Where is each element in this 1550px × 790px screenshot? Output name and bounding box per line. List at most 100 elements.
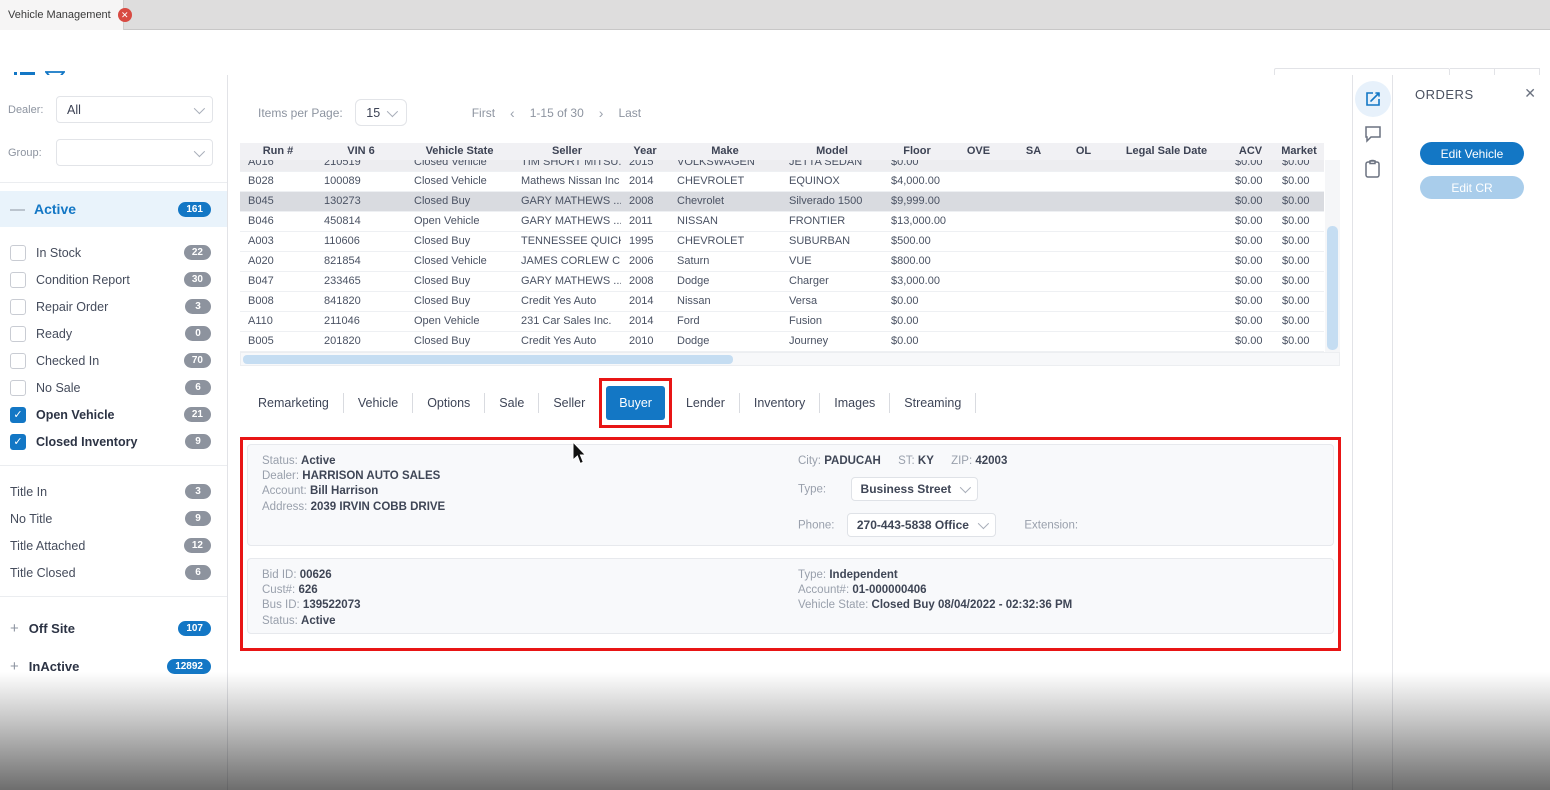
column-header[interactable]: Seller [513,143,621,160]
checkbox[interactable] [10,380,26,396]
table-row[interactable]: B047233465Closed BuyGARY MATHEWS ...2008… [240,272,1324,292]
items-per-page-select[interactable]: 15 [355,99,407,126]
expand-icon[interactable]: + [10,620,19,637]
checkbox[interactable] [10,245,26,261]
title-filter-item[interactable]: Title Attached12 [10,532,211,559]
table-cell: A016 [240,160,316,171]
tab-remarketing[interactable]: Remarketing [244,393,344,413]
filter-label: In Stock [36,246,81,260]
filter-item[interactable]: Ready0 [10,320,211,347]
clipboard-icon[interactable] [1364,159,1381,184]
active-section-header[interactable]: — Active 161 [0,191,227,227]
tab-seller[interactable]: Seller [539,393,600,413]
checkbox[interactable] [10,353,26,369]
table-cell: Credit Yes Auto [513,292,621,311]
vertical-scrollbar[interactable] [1325,160,1340,352]
column-header[interactable]: ACV [1227,143,1274,160]
pagination-last[interactable]: Last [618,106,641,120]
pagination-first[interactable]: First [472,106,495,120]
filter-item[interactable]: No Sale6 [10,374,211,401]
column-header[interactable]: Floor [883,143,951,160]
vertical-scrollbar-thumb[interactable] [1327,226,1338,350]
table-row[interactable]: B008841820Closed BuyCredit Yes Auto2014N… [240,292,1324,312]
pagination-prev-icon[interactable]: ‹ [510,105,515,121]
table-cell: $0.00 [1274,312,1324,331]
buyer-type-row: Type: Independent [798,568,1072,583]
horizontal-scrollbar[interactable] [240,352,1340,366]
table-row[interactable]: A110211046Open Vehicle231 Car Sales Inc.… [240,312,1324,332]
column-header[interactable]: Vehicle State [406,143,513,160]
buyer-id-panel: Bid ID: 00626 Cust#: 626 Bus ID: 1395220… [247,558,1334,634]
tab-images[interactable]: Images [820,393,890,413]
chevron-down-icon [960,482,971,493]
edit-orders-icon[interactable] [1355,81,1391,117]
table-row[interactable]: A020821854Closed VehicleJAMES CORLEW C..… [240,252,1324,272]
column-header[interactable]: Year [621,143,669,160]
checkbox[interactable]: ✓ [10,407,26,423]
group-item[interactable]: +InActive12892 [10,647,211,685]
column-header[interactable]: SA [1006,143,1061,160]
table-row[interactable]: A003110606Closed BuyTENNESSEE QUICK...19… [240,232,1324,252]
column-header[interactable]: OVE [951,143,1006,160]
close-icon[interactable]: ✕ [1524,85,1536,102]
group-item[interactable]: +Off Site107 [10,609,211,647]
table-cell: 100089 [316,172,406,191]
column-header[interactable]: OL [1061,143,1106,160]
address-value: 2039 IRVIN COBB DRIVE [311,501,446,513]
tab-lender[interactable]: Lender [672,393,740,413]
checkbox[interactable] [10,326,26,342]
phone-select[interactable]: 270-443-5838 Office [847,513,996,537]
app-tab[interactable]: Vehicle Management ✕ [0,0,124,30]
tab-inventory[interactable]: Inventory [740,393,820,413]
address-type-select[interactable]: Business Street [851,477,979,501]
checkbox[interactable]: ✓ [10,434,26,450]
table-row[interactable]: A016210519Closed VehicleTIM SHORT MITSU.… [240,160,1324,172]
table-row[interactable]: B005201820Closed BuyCredit Yes Auto2010D… [240,332,1324,352]
column-header[interactable]: VIN 6 [316,143,406,160]
collapse-icon[interactable]: — [10,201,25,218]
title-filter-item[interactable]: Title Closed6 [10,559,211,586]
count-badge: 107 [178,621,211,636]
table-cell: JETTA SEDAN [781,160,883,171]
table-cell [951,312,1006,331]
table-cell [1106,172,1227,191]
tab-options[interactable]: Options [413,393,485,413]
filter-item[interactable]: Condition Report30 [10,266,211,293]
column-header[interactable]: Model [781,143,883,160]
filter-item[interactable]: Checked In70 [10,347,211,374]
title-filter-item[interactable]: Title In3 [10,478,211,505]
table-cell: TIM SHORT MITSU... [513,160,621,171]
column-header[interactable]: Make [669,143,781,160]
group-select[interactable] [56,139,213,166]
checkbox[interactable] [10,299,26,315]
filter-item[interactable]: Repair Order3 [10,293,211,320]
comments-icon[interactable] [1364,125,1382,148]
dealer-select[interactable]: All [56,96,213,123]
dealer-label: Dealer: [262,470,299,482]
tab-close-icon[interactable]: ✕ [118,8,132,22]
tab-streaming[interactable]: Streaming [890,393,976,413]
tab-vehicle[interactable]: Vehicle [344,393,413,413]
table-cell [1106,160,1227,171]
table-cell [1106,332,1227,351]
table-row[interactable]: B046450814Open VehicleGARY MATHEWS ...20… [240,212,1324,232]
expand-icon[interactable]: + [10,658,19,675]
tab-sale[interactable]: Sale [485,393,539,413]
column-header[interactable]: Run # [240,143,316,160]
filter-item[interactable]: ✓Open Vehicle21 [10,401,211,428]
edit-cr-button[interactable]: Edit CR [1420,176,1524,199]
column-header[interactable]: Market [1274,143,1324,160]
checkbox[interactable] [10,272,26,288]
pagination-next-icon[interactable]: › [599,105,604,121]
table-row[interactable]: B045130273Closed BuyGARY MATHEWS ...2008… [240,192,1324,212]
filter-item[interactable]: ✓Closed Inventory9 [10,428,211,455]
horizontal-scrollbar-thumb[interactable] [243,355,733,364]
title-filter-item[interactable]: No Title9 [10,505,211,532]
table-cell: 2008 [621,272,669,291]
edit-vehicle-button[interactable]: Edit Vehicle [1420,142,1524,165]
column-header[interactable]: Legal Sale Date [1106,143,1227,160]
table-row[interactable]: B028100089Closed VehicleMathews Nissan I… [240,172,1324,192]
filter-item[interactable]: In Stock22 [10,239,211,266]
annotation-red-box-tab [599,378,672,428]
pagination: First ‹ 1-15 of 30 › Last [472,105,641,121]
